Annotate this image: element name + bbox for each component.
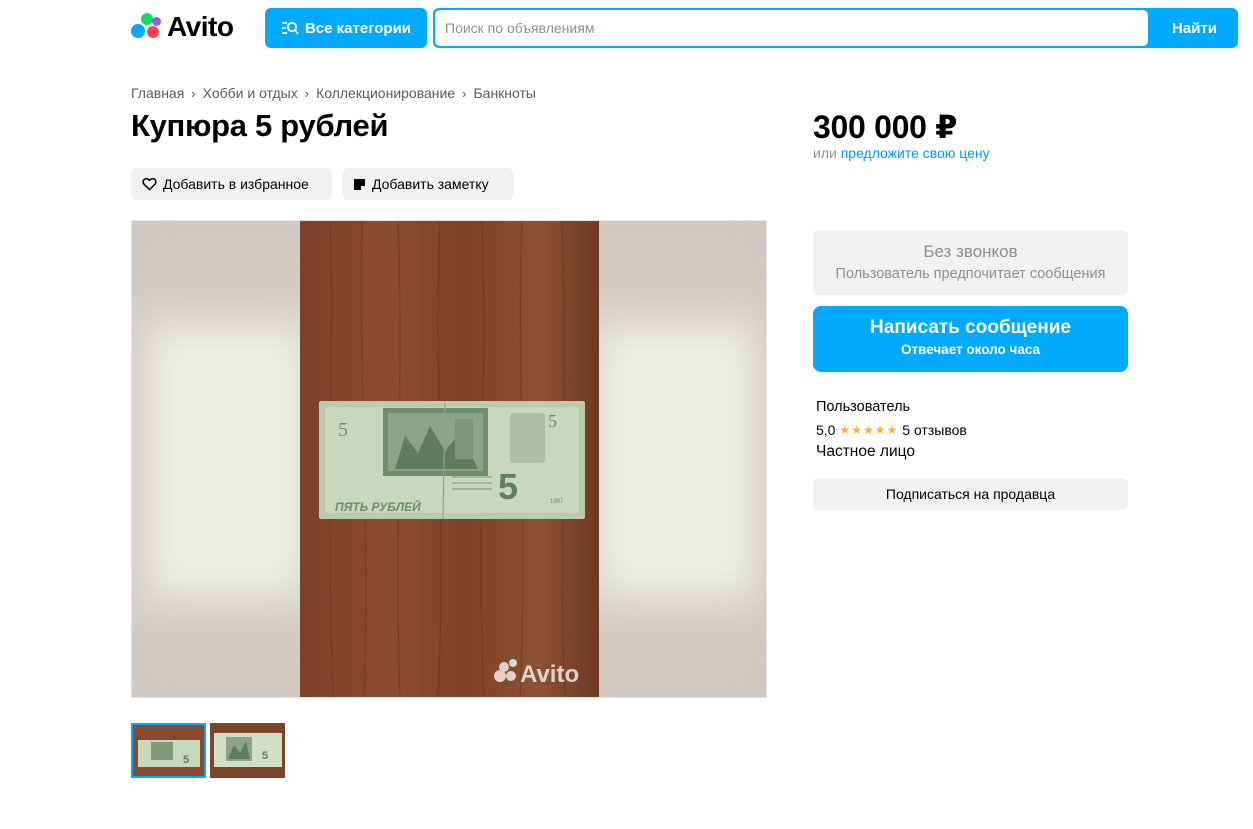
thumbnail-2[interactable]: 5 [210, 723, 285, 778]
banknote-photo-svg: 5 5 5 ПЯТЬ РУБЛЕЙ 1997 Avito [300, 221, 599, 697]
write-message-label: Написать сообщение [870, 317, 1071, 338]
no-calls-subtitle: Пользователь предпочитает сообщения [835, 266, 1106, 282]
response-time: Отвечает около часа [900, 342, 1041, 357]
chevron-right-icon: › [304, 85, 310, 101]
breadcrumb-banknotes[interactable]: Банкноты [473, 85, 536, 101]
logo-dots-icon [131, 13, 161, 41]
add-favorite-label: Добавить в избранное [163, 176, 309, 192]
svg-text:5: 5 [548, 411, 557, 431]
offer-prefix: или [813, 145, 837, 161]
add-favorite-button[interactable]: Добавить в избранное [131, 168, 332, 200]
seller-name[interactable]: Пользователь [816, 399, 910, 415]
banknote-photo: 5 5 5 ПЯТЬ РУБЛЕЙ 1997 Avito [300, 221, 599, 697]
no-calls-notice: Без звонков Пользователь предпочитает со… [813, 230, 1128, 295]
banknote-year: 1997 [550, 499, 564, 505]
chevron-right-icon: › [462, 85, 467, 101]
no-calls-title: Без звонков [923, 242, 1018, 261]
chevron-right-icon: › [191, 85, 196, 101]
add-note-button[interactable]: Добавить заметку [342, 168, 514, 200]
breadcrumb-home[interactable]: Главная [131, 85, 184, 101]
main-photo[interactable]: 5 5 5 ПЯТЬ РУБЛЕЙ 1997 Avito [131, 220, 767, 698]
offer-price-link[interactable]: предложите свою цену [841, 145, 990, 161]
write-message-button[interactable]: Написать сообщение Отвечает около часа [813, 306, 1128, 372]
banknote-text: ПЯТЬ РУБЛЕЙ [335, 498, 421, 514]
categories-search-icon [281, 21, 299, 35]
breadcrumb: Главная › Хобби и отдых › Коллекциониров… [131, 85, 536, 101]
search-input[interactable] [435, 10, 1148, 46]
seller-rating[interactable]: 5,0 ★★★★★ 5 отзывов [816, 422, 967, 438]
price-offer: или предложите свою цену [813, 145, 990, 161]
rating-value: 5,0 [816, 422, 836, 438]
thumbnail-2-image: 5 [210, 723, 285, 778]
heart-icon [142, 177, 157, 191]
avito-logo[interactable]: Avito [131, 11, 234, 43]
rating-stars-icon: ★★★★★ [839, 423, 899, 437]
svg-text:5: 5 [262, 750, 268, 762]
subscribe-seller-button[interactable]: Подписаться на продавца [813, 478, 1128, 510]
all-categories-label: Все категории [304, 19, 412, 37]
listing-title: Купюра 5 рублей [131, 108, 389, 143]
search-bar: Найти [433, 8, 1238, 48]
search-button[interactable]: Найти [1151, 8, 1238, 48]
note-icon [354, 178, 365, 190]
breadcrumb-hobby[interactable]: Хобби и отдых [203, 85, 298, 101]
all-categories-button[interactable]: Все категории [265, 8, 427, 48]
logo-text: Avito [167, 11, 234, 42]
banknote-numeral: 5 [498, 466, 518, 507]
price: 300 000 ₽ [813, 109, 958, 145]
thumbnail-1[interactable]: 5 [131, 723, 206, 778]
svg-text:5: 5 [183, 754, 189, 766]
reviews-count: 5 отзывов [902, 422, 967, 438]
seller-type: Частное лицо [816, 443, 915, 460]
add-note-label: Добавить заметку [372, 176, 489, 192]
breadcrumb-collecting[interactable]: Коллекционирование [316, 85, 455, 101]
avito-watermark-text: Avito [520, 661, 579, 688]
thumbnail-1-image: 5 [133, 725, 204, 776]
svg-text:5: 5 [338, 419, 348, 441]
